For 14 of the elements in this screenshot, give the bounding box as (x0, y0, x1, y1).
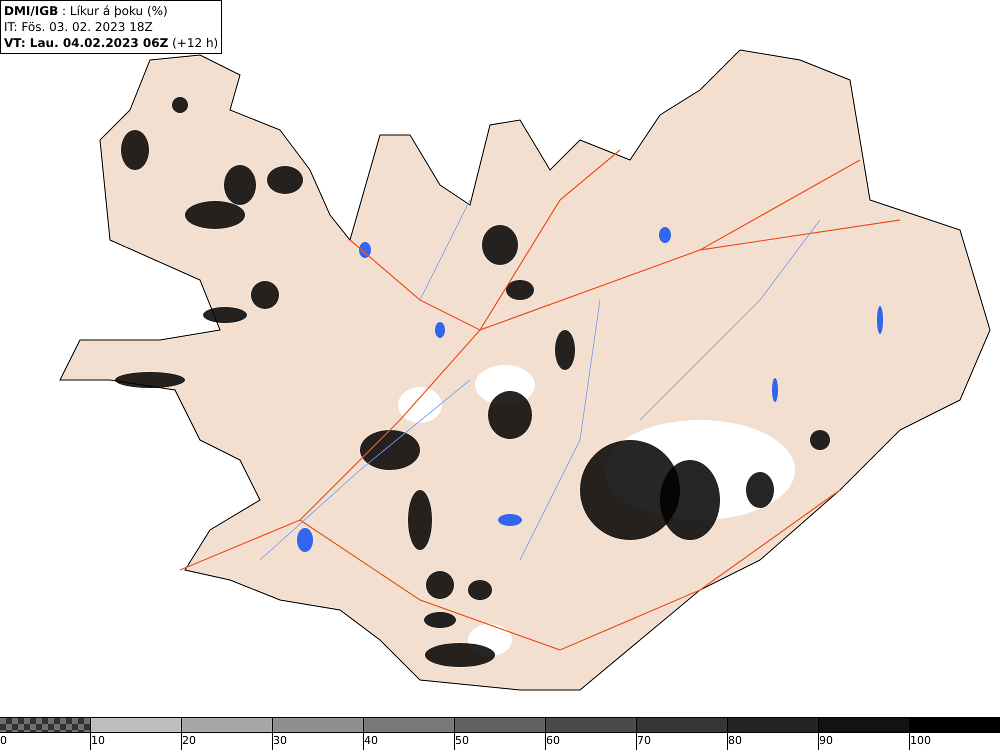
scale-tick-label: 80 (728, 733, 742, 748)
scale-tick-label: 70 (637, 733, 651, 748)
scale-tick-label: 60 (546, 733, 560, 748)
map-title: DMI/IGB : Líkur á þoku (%) (4, 3, 169, 19)
scale-tick-label: 40 (364, 733, 378, 748)
scale-tick-label: 0 (0, 733, 7, 748)
issue-time: IT: Fös. 03. 02. 2023 18Z (4, 19, 154, 35)
scale-tick-label: 10 (91, 733, 105, 748)
scale-tick-label: 50 (455, 733, 469, 748)
scale-tick-label: 90 (819, 733, 833, 748)
valid-time: VT: Lau. 04.02.2023 06Z (+12 h) (4, 35, 218, 51)
scale-tick-label: 30 (273, 733, 287, 748)
scale-tick-label: 100 (910, 733, 931, 748)
scale-tick-label: 20 (182, 733, 196, 748)
